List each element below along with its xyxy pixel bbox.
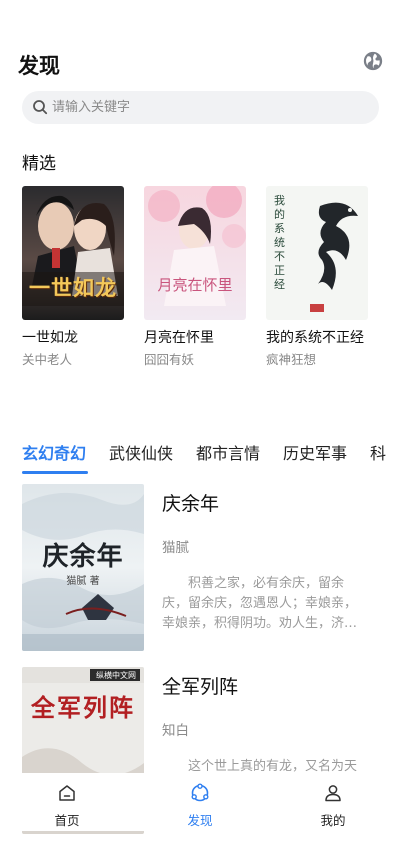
cover-title: 一世如龙 — [29, 275, 117, 300]
nav-home-label: 首页 — [54, 813, 80, 828]
profile-icon — [325, 785, 341, 802]
cover-title: 全军列阵 — [31, 693, 135, 722]
book-cover[interactable]: 我的系统不正经 — [266, 186, 368, 320]
book-cover[interactable]: 庆余年 猫腻 著 — [22, 484, 144, 651]
featured-book-author: 囧囧有妖 — [144, 352, 195, 367]
nav-profile[interactable]: 我的 — [298, 783, 368, 829]
featured-book-author: 疯神狂想 — [266, 352, 317, 367]
featured-book-card[interactable]: 一世如龙 一世如龙 关中老人 — [22, 186, 124, 368]
active-tab-indicator — [22, 471, 88, 474]
featured-book-author: 关中老人 — [22, 352, 73, 367]
cover-author: 猫腻 著 — [66, 576, 100, 587]
search-bar[interactable] — [22, 91, 379, 124]
tab-category[interactable]: 武侠仙侠 — [109, 440, 173, 464]
book-title: 全军列阵 — [162, 676, 239, 698]
book-title: 庆余年 — [162, 493, 220, 515]
book-description: 积善之家，必有余庆，留余庆，留余庆，忽遇恩人；幸娘亲，幸娘亲，积得阴功。劝人生，… — [162, 576, 358, 631]
featured-book-name: 一世如龙 — [22, 330, 78, 346]
page-title: 发现 — [18, 54, 60, 78]
header: 发现 — [0, 0, 400, 90]
book-cover[interactable]: 一世如龙 — [22, 186, 124, 320]
featured-book-card[interactable]: 我的系统不正经 我的系统不正经 疯神狂想 — [266, 186, 368, 368]
search-input[interactable] — [52, 91, 362, 124]
cover-title: 月亮在怀里 — [157, 276, 233, 294]
book-author: 猫腻 — [162, 540, 189, 556]
book-cover[interactable]: 月亮在怀里 — [144, 186, 246, 320]
nav-profile-label: 我的 — [320, 813, 346, 828]
nav-discover-label: 发现 — [187, 813, 213, 828]
featured-section-title: 精选 — [22, 154, 56, 174]
category-tabs: 玄幻奇幻 武侠仙侠 都市言情 历史军事 科 — [0, 440, 400, 476]
featured-list: 一世如龙 一世如龙 关中老人 月亮在怀里 月亮在怀里 囧囧有妖 我的系统不正经 … — [0, 186, 400, 386]
bottom-navigation: 首页 发现 我的 — [0, 773, 400, 831]
tab-category[interactable]: 科 — [370, 440, 386, 464]
book-list-item[interactable]: 庆余年 猫腻 著 庆余年 猫腻 积善之家，必有余庆，留余庆，留余庆，忽遇恩人；幸… — [0, 484, 400, 664]
nav-discover[interactable]: 发现 — [165, 783, 235, 829]
cover-badge: 纵横中文网 — [96, 671, 136, 680]
search-icon — [33, 100, 48, 115]
featured-book-name: 月亮在怀里 — [144, 330, 214, 346]
discover-icon — [191, 783, 209, 802]
featured-book-card[interactable]: 月亮在怀里 月亮在怀里 囧囧有妖 — [144, 186, 246, 368]
nav-home[interactable]: 首页 — [32, 783, 102, 829]
tab-category[interactable]: 都市言情 — [196, 440, 260, 464]
featured-book-name: 我的系统不正经 — [266, 330, 364, 346]
cover-title: 庆余年 — [42, 542, 124, 572]
globe-icon[interactable] — [362, 50, 384, 72]
tab-category[interactable]: 历史军事 — [283, 440, 347, 464]
tab-category[interactable]: 玄幻奇幻 — [22, 440, 86, 464]
cover-title: 我的系统不正经 — [274, 194, 285, 291]
home-icon — [59, 785, 75, 801]
book-author: 知白 — [162, 723, 189, 739]
